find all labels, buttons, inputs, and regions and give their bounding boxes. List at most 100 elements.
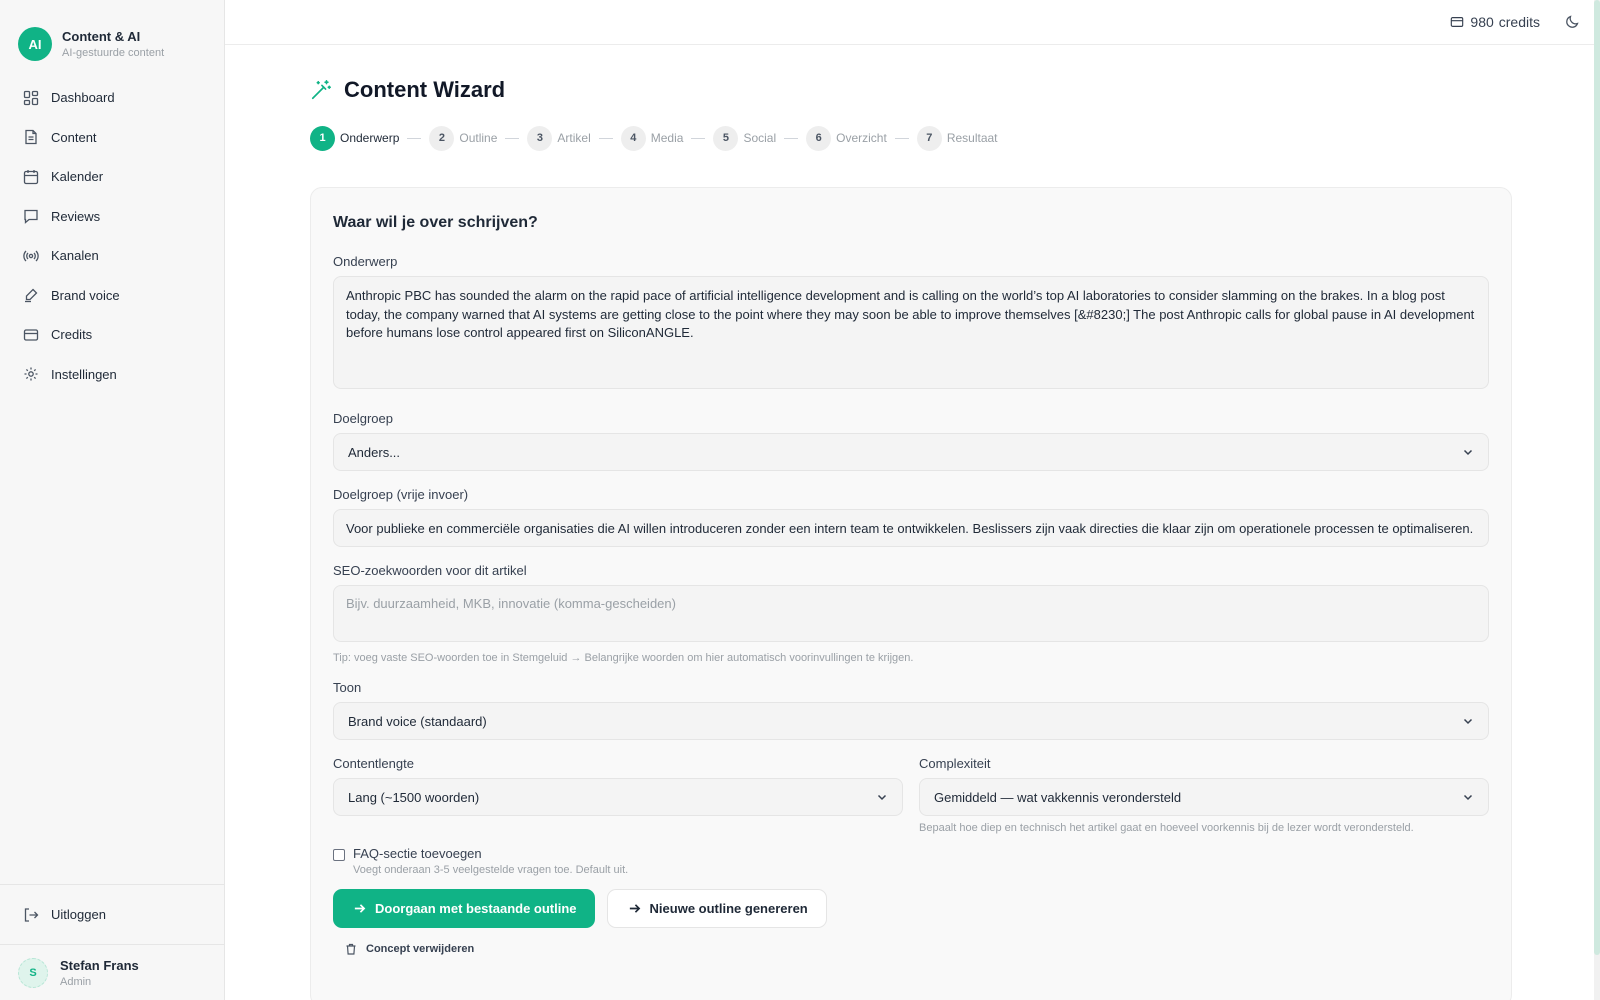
topic-textarea[interactable]: Anthropic PBC has sounded the alarm on t… — [333, 276, 1489, 389]
faq-checkbox[interactable] — [333, 849, 345, 861]
step-separator — [407, 137, 422, 139]
step-separator — [894, 137, 909, 139]
message-icon — [23, 208, 39, 225]
trash-icon — [346, 943, 356, 955]
complexity-select[interactable]: Gemiddeld — wat vakkennis verondersteld — [919, 778, 1489, 816]
step-number: 1 — [310, 125, 335, 151]
sidebar-item-label: Reviews — [51, 208, 101, 224]
sidebar-item-dashboard[interactable]: Dashboard — [0, 78, 224, 118]
step-social[interactable]: 5 Social — [713, 125, 777, 151]
step-label: Social — [743, 131, 777, 145]
logout-button[interactable]: Uitloggen — [0, 884, 224, 944]
card-title: Waar wil je over schrijven? — [333, 214, 538, 231]
chevron-down-icon — [1462, 446, 1474, 458]
sidebar-item-kanalen[interactable]: Kanalen — [0, 236, 224, 276]
brand-logo: AI — [18, 27, 52, 61]
audience-label: Doelgroep — [333, 411, 393, 426]
sidebar-item-label: Kalender — [51, 169, 104, 185]
step-label: Overzicht — [836, 131, 887, 145]
step-number: 4 — [620, 125, 646, 151]
credits-value: 980 — [1470, 14, 1494, 30]
dashboard-icon — [23, 90, 39, 106]
step-label: Artikel — [557, 131, 591, 145]
faq-label[interactable]: FAQ-sectie toevoegen — [353, 846, 628, 861]
sidebar-item-label: Content — [51, 129, 97, 145]
pen-icon — [23, 287, 39, 303]
page-title: Content Wizard — [344, 77, 506, 102]
user-name: Stefan Frans — [60, 957, 139, 973]
scrollbar[interactable] — [1594, 0, 1600, 1000]
tone-label: Toon — [333, 680, 362, 695]
faq-description: Voegt onderaan 3-5 veelgestelde vragen t… — [353, 864, 629, 876]
step-separator — [784, 137, 799, 139]
length-select[interactable]: Lang (~1500 woorden) — [333, 778, 903, 816]
credits-label: credits — [1498, 14, 1540, 30]
continue-existing-outline-button[interactable]: Doorgaan met bestaande outline — [333, 889, 595, 928]
length-label: Contentlengte — [333, 756, 414, 771]
topbar: 980 credits — [225, 0, 1600, 45]
audience-free-input[interactable]: Voor publieke en commerciële organisatie… — [333, 509, 1489, 547]
sidebar: AI Content & AI AI-gestuurde content Das… — [0, 0, 225, 1000]
user-profile[interactable]: S Stefan Frans Admin — [0, 944, 224, 1000]
step-number: 2 — [429, 125, 455, 151]
button-label: Doorgaan met bestaande outline — [375, 901, 577, 916]
document-icon — [23, 129, 39, 145]
avatar: S — [18, 957, 48, 988]
audience-select[interactable]: Anders... — [333, 433, 1489, 471]
sidebar-item-credits[interactable]: Credits — [0, 315, 224, 355]
step-number: 3 — [527, 125, 553, 151]
wizard-steps: 1 Onderwerp 2 Outline 3 Artikel 4 Media — [310, 125, 1515, 151]
step-label: Onderwerp — [340, 131, 400, 145]
chevron-down-icon — [1462, 715, 1474, 727]
step-number: 7 — [916, 125, 942, 151]
step-resultaat[interactable]: 7 Resultaat — [916, 125, 998, 151]
length-selected-value: Lang (~1500 woorden) — [348, 789, 480, 805]
brand[interactable]: AI Content & AI AI-gestuurde content — [0, 0, 224, 70]
arrow-right-icon — [629, 904, 640, 913]
step-number: 6 — [806, 125, 832, 151]
step-separator — [505, 137, 520, 139]
app-root: AI Content & AI AI-gestuurde content Das… — [0, 0, 1600, 1000]
broadcast-icon — [23, 248, 39, 264]
tone-select[interactable]: Brand voice (standaard) — [333, 702, 1489, 740]
scrollbar-thumb[interactable] — [1594, 0, 1600, 955]
logout-icon — [23, 907, 39, 923]
calendar-icon — [23, 169, 39, 185]
sidebar-item-brand-voice[interactable]: Brand voice — [0, 276, 224, 316]
generate-new-outline-button[interactable]: Nieuwe outline genereren — [606, 889, 827, 928]
complexity-label: Complexiteit — [919, 756, 991, 771]
step-label: Media — [650, 131, 684, 145]
brand-subtitle: AI-gestuurde content — [62, 47, 165, 59]
step-artikel[interactable]: 3 Artikel — [527, 125, 591, 151]
brand-name: Content & AI — [62, 29, 141, 44]
sidebar-item-instellingen[interactable]: Instellingen — [0, 355, 224, 395]
sidebar-item-kalender[interactable]: Kalender — [0, 157, 224, 197]
step-outline[interactable]: 2 Outline — [429, 125, 497, 151]
sidebar-nav: Dashboard Content Kalender Reviews Kanal… — [0, 78, 224, 394]
step-overzicht[interactable]: 6 Overzicht — [806, 125, 887, 151]
sidebar-item-label: Brand voice — [51, 287, 120, 303]
sidebar-item-reviews[interactable]: Reviews — [0, 197, 224, 237]
complexity-hint: Bepaalt hoe diep en technisch het artike… — [919, 822, 1414, 834]
arrow-right-icon — [354, 904, 366, 913]
delete-draft-button[interactable]: Concept verwijderen — [345, 943, 1489, 955]
credits-indicator[interactable]: 980 credits — [1450, 14, 1540, 30]
credit-card-icon — [1451, 17, 1464, 27]
seo-keywords-input[interactable]: Bijv. duurzaamheid, MKB, innovatie (komm… — [333, 585, 1489, 642]
chevron-down-icon — [1462, 791, 1474, 803]
sidebar-item-content[interactable]: Content — [0, 118, 224, 158]
step-separator — [691, 137, 706, 139]
topic-label: Onderwerp — [333, 254, 398, 269]
seo-placeholder: Bijv. duurzaamheid, MKB, innovatie (komm… — [346, 596, 676, 611]
seo-hint: Tip: voeg vaste SEO-woorden toe in Stemg… — [333, 652, 914, 664]
step-onderwerp[interactable]: 1 Onderwerp — [310, 125, 400, 151]
user-role: Admin — [60, 975, 92, 988]
step-media[interactable]: 4 Media — [620, 125, 684, 151]
step-separator — [598, 137, 613, 139]
audience-free-label: Doelgroep (vrije invoer) — [333, 487, 469, 502]
step-number: 5 — [713, 125, 739, 151]
faq-option: FAQ-sectie toevoegen Voegt onderaan 3-5 … — [333, 846, 1489, 876]
sidebar-item-label: Credits — [51, 327, 93, 343]
dark-mode-toggle-icon[interactable] — [1564, 14, 1580, 30]
page-content: Content Wizard 1 Onderwerp 2 Outline 3 A… — [225, 45, 1515, 1000]
